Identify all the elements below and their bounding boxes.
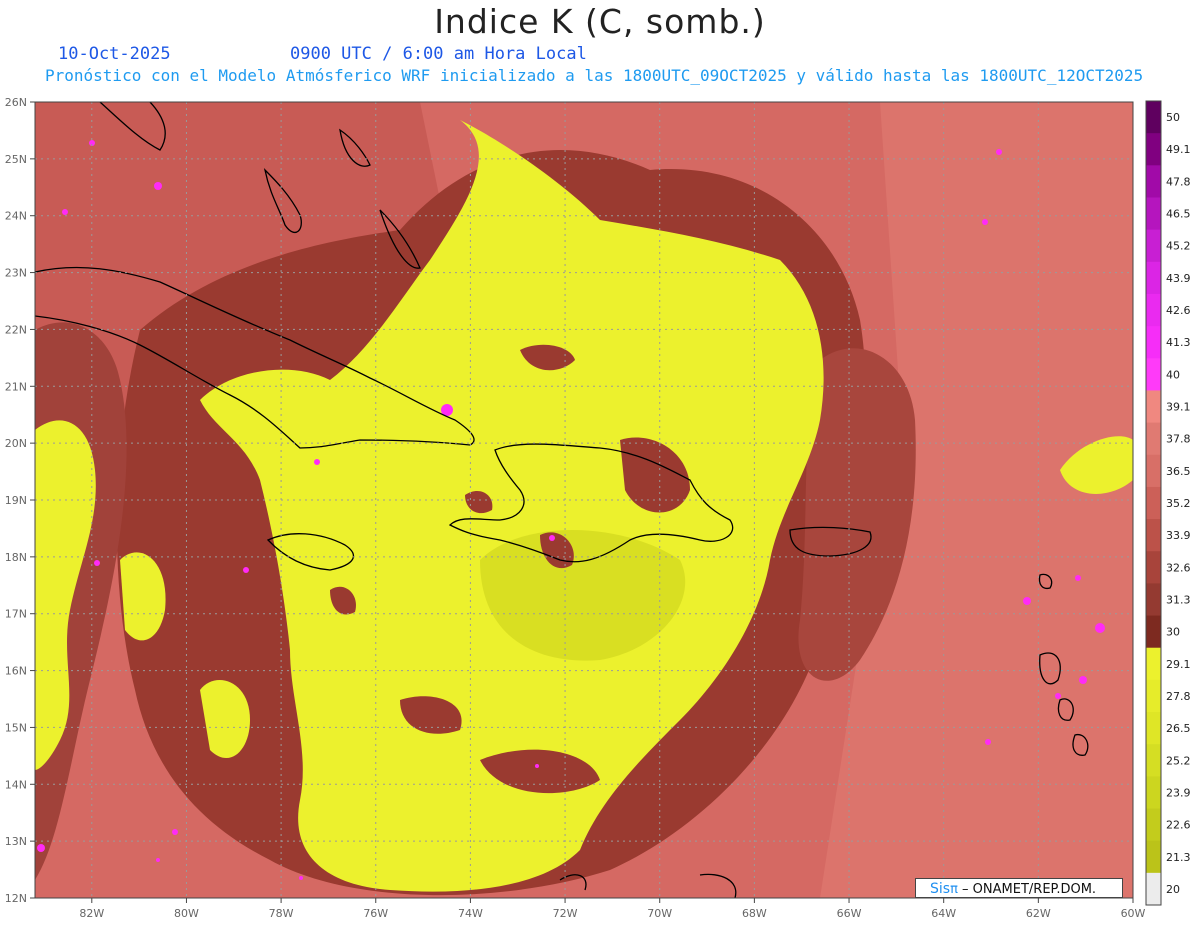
legend-label: 41.3	[1166, 336, 1191, 349]
legend-label: 30	[1166, 626, 1180, 639]
credit-brand: Sis	[930, 881, 951, 897]
lat-axis: 26N 25N 24N 23N 22N 21N 20N 19N 18N 17N 16N 15N 14N 1…	[5, 96, 35, 905]
legend-swatch	[1146, 326, 1161, 359]
legend-swatch	[1146, 776, 1161, 810]
lat-label: 23N	[5, 267, 27, 280]
legend-swatch	[1146, 872, 1161, 906]
lat-label: 16N	[5, 665, 27, 678]
legend-label: 35.2	[1166, 497, 1191, 510]
lat-label: 20N	[5, 437, 27, 450]
legend-swatch	[1146, 293, 1161, 327]
legend-swatch	[1146, 808, 1161, 842]
legend-label: 29.1	[1166, 658, 1191, 671]
legend-label: 36.5	[1166, 465, 1191, 478]
lat-label: 26N	[5, 96, 27, 109]
k-index-field	[35, 102, 1133, 898]
legend-swatch	[1146, 390, 1161, 424]
lon-label: 68W	[742, 907, 767, 920]
legend-swatch	[1146, 422, 1161, 456]
color-legend: 50 49.1 47.8 46.5 45.2 43.9 42.6 41.3 40 39.1 37.8…	[1145, 100, 1191, 906]
legend-label: 39.1	[1166, 401, 1191, 414]
legend-swatch	[1146, 615, 1161, 649]
lat-label: 22N	[5, 323, 27, 336]
lat-label: 17N	[5, 608, 27, 621]
lat-label: 14N	[5, 778, 27, 791]
legend-label: 45.2	[1166, 240, 1191, 253]
legend-label: 21.3	[1166, 851, 1191, 864]
legend-swatch	[1146, 101, 1161, 134]
legend-label: 49.1	[1166, 143, 1191, 156]
legend-swatch	[1146, 133, 1161, 166]
legend-label: 26.5	[1166, 722, 1191, 735]
legend-swatch	[1146, 840, 1161, 874]
legend-swatch	[1146, 551, 1161, 584]
legend-swatch	[1146, 583, 1161, 617]
legend-label: 27.8	[1166, 690, 1191, 703]
legend-label: 33.9	[1166, 529, 1191, 542]
legend-swatch	[1146, 744, 1161, 777]
legend-label: 22.6	[1166, 819, 1191, 832]
legend-swatch	[1146, 197, 1161, 231]
legend-swatch	[1146, 647, 1161, 681]
lon-axis: 82W 80W 78W 76W 74W 72W 70W 68W 66W 64W 62W 60W	[79, 898, 1146, 920]
legend-swatch	[1146, 486, 1161, 520]
lon-label: 74W	[458, 907, 483, 920]
legend-swatch	[1146, 165, 1161, 198]
lat-label: 15N	[5, 721, 27, 734]
lon-label: 66W	[837, 907, 862, 920]
lon-label: 76W	[363, 907, 388, 920]
lon-label: 82W	[79, 907, 104, 920]
lat-label: 25N	[5, 153, 27, 166]
lon-label: 72W	[553, 907, 578, 920]
legend-label: 46.5	[1166, 208, 1191, 221]
lon-label: 80W	[174, 907, 199, 920]
legend-swatch	[1146, 712, 1161, 745]
legend-swatch	[1146, 679, 1161, 713]
legend-label: 25.2	[1166, 754, 1191, 767]
lat-label: 18N	[5, 551, 27, 564]
lat-label: 24N	[5, 210, 27, 223]
legend-label: 37.8	[1166, 433, 1191, 446]
lat-label: 12N	[5, 892, 27, 905]
legend-label: 42.6	[1166, 304, 1191, 317]
legend-swatch	[1146, 229, 1161, 263]
lat-label: 21N	[5, 380, 27, 393]
legend-swatch	[1146, 261, 1161, 295]
credit-box: Sisπ – ONAMET/REP.DOM.	[915, 878, 1123, 898]
legend-label: 40	[1166, 368, 1180, 381]
credit-pi: π	[950, 882, 958, 897]
legend-label: 23.9	[1166, 786, 1191, 799]
lat-label: 13N	[5, 835, 27, 848]
legend-label: 20	[1166, 883, 1180, 896]
legend-label: 31.3	[1166, 593, 1191, 606]
lon-label: 78W	[269, 907, 294, 920]
lon-label: 70W	[647, 907, 672, 920]
lat-label: 19N	[5, 494, 27, 507]
lon-label: 60W	[1121, 907, 1146, 920]
legend-swatch	[1146, 358, 1161, 391]
legend-label: 32.6	[1166, 561, 1191, 574]
map-panel: 26N 25N 24N 23N 22N 21N 20N 19N 18N 17N 16N 15N 14N 1…	[5, 96, 1191, 920]
legend-label: 43.9	[1166, 272, 1191, 285]
lon-label: 62W	[1026, 907, 1051, 920]
legend-swatch	[1146, 519, 1161, 552]
legend-label: 47.8	[1166, 175, 1191, 188]
credit-agency: – ONAMET/REP.DOM.	[962, 882, 1097, 897]
legend-swatch	[1146, 454, 1161, 488]
legend-label: 50	[1166, 111, 1180, 124]
lon-label: 64W	[931, 907, 956, 920]
